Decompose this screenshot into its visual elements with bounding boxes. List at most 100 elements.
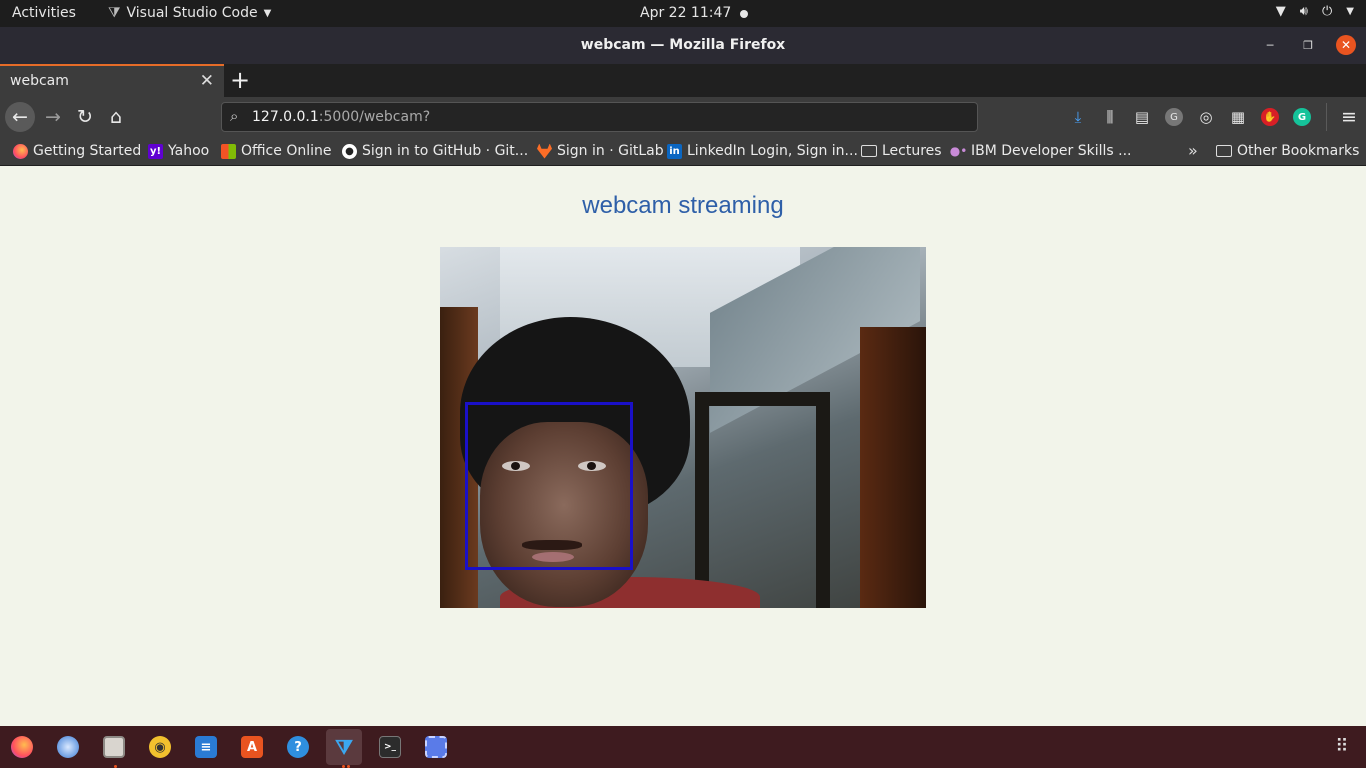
dock-screenshot[interactable] <box>418 729 454 765</box>
toolbar-separator <box>1326 103 1327 131</box>
bookmark-label: Lectures <box>882 143 942 159</box>
firefox-icon <box>13 143 28 159</box>
tab-webcam[interactable]: webcam ✕ <box>0 64 224 97</box>
dock: ◉ ≡ A ? ⧩ >_ ⠿ <box>0 726 1366 768</box>
writer-icon: ≡ <box>195 736 217 758</box>
bookmark-github[interactable]: ● Sign in to GitHub · Git... <box>342 143 528 159</box>
tab-label: webcam <box>10 73 69 89</box>
gitlab-icon <box>537 143 552 159</box>
bookmark-label: Sign in to GitHub · Git... <box>362 143 529 159</box>
chevron-down-icon: ▼ <box>263 7 272 19</box>
chevron-down-icon: ▼ <box>1346 6 1354 17</box>
vscode-icon: ⧩ <box>108 5 121 21</box>
extension-g-icon[interactable]: G <box>1165 108 1183 126</box>
screenshot-icon <box>425 736 447 758</box>
download-icon[interactable]: ⤓ <box>1066 105 1090 129</box>
window-title: webcam — Mozilla Firefox <box>580 37 786 53</box>
extension-stop-icon[interactable]: ✋ <box>1261 108 1279 126</box>
terminal-icon: >_ <box>379 736 401 758</box>
url-host: 127.0.0.1 <box>252 109 319 125</box>
back-icon[interactable]: ← <box>5 102 35 132</box>
forward-icon[interactable]: → <box>38 102 68 132</box>
files-icon <box>103 736 125 758</box>
bookmark-gitlab[interactable]: Sign in · GitLab <box>537 143 664 159</box>
window-titlebar[interactable]: webcam — Mozilla Firefox ─ ❐ ✕ <box>0 27 1366 64</box>
volume-icon: 🔊︎ <box>1299 4 1308 19</box>
dock-files[interactable] <box>96 729 132 765</box>
background-door-right <box>860 327 926 608</box>
linkedin-icon: in <box>667 143 682 159</box>
office-icon <box>221 143 236 159</box>
reload-icon[interactable]: ↻ <box>70 102 100 132</box>
wifi-icon: ▼ <box>1275 4 1286 19</box>
face-detection-box <box>465 402 633 570</box>
webcam-video-frame <box>440 247 926 608</box>
bookmark-label: Other Bookmarks <box>1237 143 1360 159</box>
maximize-icon[interactable]: ❐ <box>1298 35 1318 55</box>
sidebar-icon[interactable]: ▤ <box>1130 105 1154 129</box>
dock-vscode[interactable]: ⧩ <box>326 729 362 765</box>
bookmark-label: IBM Developer Skills ... <box>971 143 1132 159</box>
new-tab-icon[interactable]: + <box>230 67 250 93</box>
vscode-icon: ⧩ <box>335 735 353 759</box>
system-tray[interactable]: ▼ 🔊︎ ⏻ ▼ <box>1276 4 1354 19</box>
url-path: :5000/webcam? <box>318 109 431 125</box>
bookmark-label: Office Online <box>241 143 332 159</box>
bookmark-office-online[interactable]: Office Online <box>221 143 331 159</box>
page-content: webcam streaming <box>0 167 1366 726</box>
dock-writer[interactable]: ≡ <box>188 729 224 765</box>
power-icon: ⏻ <box>1322 4 1333 19</box>
github-icon: ● <box>342 143 357 159</box>
menu-icon[interactable]: ≡ <box>1334 102 1364 132</box>
bookmarks-bar: Getting Started y! Yahoo Office Online ●… <box>0 137 1366 166</box>
bookmark-yahoo[interactable]: y! Yahoo <box>148 143 209 159</box>
rhythmbox-icon: ◉ <box>149 736 171 758</box>
system-top-bar: Activities ⧩ Visual Studio Code ▼ Apr 22… <box>0 0 1366 27</box>
firefox-icon <box>11 736 33 758</box>
notification-dot <box>740 10 748 18</box>
dock-firefox[interactable] <box>4 729 40 765</box>
yahoo-icon: y! <box>148 143 163 159</box>
page-title: webcam streaming <box>582 192 784 219</box>
more-bookmarks-chevron-icon[interactable]: » <box>1188 141 1198 160</box>
library-icon[interactable]: ⫼ <box>1098 105 1122 129</box>
grammarly-icon[interactable]: G <box>1293 108 1311 126</box>
window-controls: ─ ❐ ✕ <box>1260 35 1356 55</box>
dock-rhythmbox[interactable]: ◉ <box>142 729 178 765</box>
bookmark-label: LinkedIn Login, Sign in... <box>687 143 858 159</box>
bookmark-linkedin[interactable]: in LinkedIn Login, Sign in... <box>667 143 858 159</box>
bookmark-label: Sign in · GitLab <box>557 143 664 159</box>
minimize-icon[interactable]: ─ <box>1260 35 1280 55</box>
folder-icon <box>1216 145 1232 157</box>
url-bar[interactable]: ⌕ 127.0.0.1:5000/webcam? <box>221 102 978 132</box>
extension-grid-icon[interactable]: ▦ <box>1226 105 1250 129</box>
bookmark-ibm-developer[interactable]: ●• IBM Developer Skills ... <box>949 143 1132 159</box>
bookmark-getting-started[interactable]: Getting Started <box>13 143 141 159</box>
app-menu[interactable]: ⧩ Visual Studio Code ▼ <box>108 5 271 21</box>
ibm-icon: ●• <box>949 144 968 158</box>
show-applications-icon[interactable]: ⠿ <box>1332 737 1352 757</box>
software-store-icon: A <box>241 736 263 758</box>
url-text[interactable]: 127.0.0.1:5000/webcam? <box>252 109 430 125</box>
app-menu-label: Visual Studio Code <box>126 5 258 21</box>
close-tab-icon[interactable]: ✕ <box>200 71 214 91</box>
search-icon: ⌕ <box>230 107 239 125</box>
toolbar-icons: ⤓ ⫼ ▤ G ◎ ▦ ✋ G <box>1066 105 1314 129</box>
activities-button[interactable]: Activities <box>12 5 76 21</box>
bookmark-other-bookmarks[interactable]: Other Bookmarks <box>1216 143 1359 159</box>
navigation-toolbar: ← → ↻ ⌂ ⌕ 127.0.0.1:5000/webcam? ⤓ ⫼ ▤ G… <box>0 97 1366 137</box>
dock-terminal[interactable]: >_ <box>372 729 408 765</box>
dock-thunderbird[interactable] <box>50 729 86 765</box>
thunderbird-icon <box>57 736 79 758</box>
bookmark-label: Getting Started <box>33 143 142 159</box>
extension-eye-icon[interactable]: ◎ <box>1194 105 1218 129</box>
bookmark-folder-lectures[interactable]: Lectures <box>861 143 942 159</box>
folder-icon <box>861 145 877 157</box>
dock-software[interactable]: A <box>234 729 270 765</box>
background-door-frame <box>695 392 830 608</box>
dock-help[interactable]: ? <box>280 729 316 765</box>
bookmark-label: Yahoo <box>168 143 210 159</box>
home-icon[interactable]: ⌂ <box>101 102 131 132</box>
close-window-icon[interactable]: ✕ <box>1336 35 1356 55</box>
clock[interactable]: Apr 22 11:47 <box>640 5 731 21</box>
